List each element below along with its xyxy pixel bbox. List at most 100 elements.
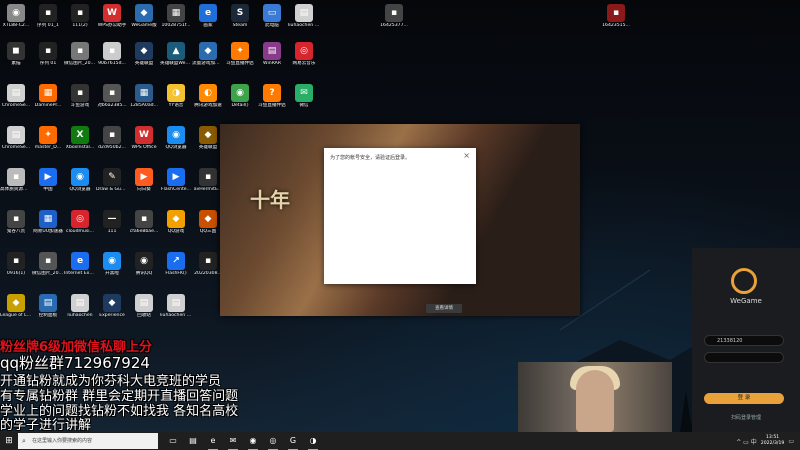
- desktop-icon-label: 斗鱼直播伴侣: [226, 61, 254, 66]
- desktop-icon[interactable]: ▲英雄联盟WeGame版: [160, 40, 192, 67]
- desktop-icon[interactable]: ▶ 向日葵: [128, 166, 160, 193]
- desktop-icon[interactable]: ▭ 此电脑: [256, 2, 288, 29]
- desktop-icon[interactable]: X XboxInstal...: [64, 124, 96, 151]
- desktop-icon[interactable]: ▤liuhaochen - 快捷方式: [160, 292, 192, 319]
- desktop-icon[interactable]: ✦ 斗鱼直播伴侣: [224, 40, 256, 67]
- tray-icons[interactable]: ^ ▭ 中: [736, 437, 757, 446]
- password-field[interactable]: [704, 352, 784, 363]
- desktop-icon[interactable]: ◆ 流量游戏加速器: [192, 40, 224, 67]
- desktop-icon[interactable]: ◉ QQ浏览器: [64, 166, 96, 193]
- desktop-icon[interactable]: ◑ YY语音: [160, 82, 192, 109]
- account-field[interactable]: 21338120: [704, 335, 784, 346]
- desktop-icon[interactable]: ▶ FlashCente...: [160, 166, 192, 193]
- desktop-icon[interactable]: ▤liuhaochen - 快捷方式 (2): [288, 2, 320, 29]
- desktop-icon[interactable]: ▪ 序列 01: [32, 40, 64, 67]
- desktop-icon[interactable]: ▤ ChromeSe...: [0, 124, 32, 151]
- search-input[interactable]: ⌕ 在这里输入你要搜索的内容: [18, 433, 158, 449]
- chrome-icon[interactable]: ◎: [266, 434, 280, 450]
- app-icon: ✎: [103, 168, 121, 186]
- desktop-icon-label: 111: [107, 229, 117, 234]
- desktop-icon[interactable]: —111: [96, 208, 128, 235]
- desktop-icon-label: League of Legends: [0, 313, 32, 318]
- app-icon: ▦: [39, 84, 57, 102]
- desktop-icon[interactable]: ◆ 英雄联盟: [128, 40, 160, 67]
- desktop-icon[interactable]: ◆ Experience: [96, 292, 128, 319]
- desktop-icon[interactable]: ◎ 网易云音乐: [288, 40, 320, 67]
- desktop-icon[interactable]: ◉ 开黑啦: [96, 250, 128, 277]
- desktop-icon[interactable]: W WPS办公助手: [96, 2, 128, 29]
- desktop-icon[interactable]: ▪ d2d950b2...: [96, 124, 128, 151]
- desktop-icon-label: QQ浏览器: [69, 187, 91, 192]
- desktop-icon[interactable]: ▤ 控制面板: [32, 292, 64, 319]
- desktop-icon[interactable]: ▦ DaminePr...: [32, 82, 64, 109]
- desktop-icon[interactable]: ▤ 回收站: [128, 292, 160, 319]
- desktop-icon-label: 中国: [43, 187, 53, 192]
- desktop-icon[interactable]: ▪ 序列 01_1: [32, 2, 64, 29]
- desktop-icon-label: 此电脑: [265, 23, 279, 28]
- desktop-icon[interactable]: ▪微信图片_2021102...: [64, 40, 96, 67]
- desktop-icon[interactable]: W WPS Office: [128, 124, 160, 151]
- desktop-icon[interactable]: ✦ master_D...: [32, 124, 64, 151]
- task-view-icon[interactable]: ▭: [166, 434, 180, 448]
- login-button[interactable]: 登 录: [704, 393, 784, 404]
- desktop-icon[interactable]: ◼ 素描: [0, 40, 32, 67]
- desktop-icon[interactable]: ▤ WinRAR: [256, 40, 288, 67]
- close-icon[interactable]: ×: [463, 151, 470, 160]
- desktop-icon[interactable]: ? 斗鱼直播伴侣: [256, 82, 288, 109]
- edge-icon[interactable]: e: [206, 434, 220, 450]
- view-details-button[interactable]: 查看详情: [426, 304, 462, 313]
- desktop-icon-label: 90b7615d...: [98, 61, 126, 66]
- desktop-icon[interactable]: ◆ QQ游戏: [160, 208, 192, 235]
- desktop-icon[interactable]: ▪ cfa6e8bae...: [128, 208, 160, 235]
- desktop-icon[interactable]: ▤ ChromeSe...: [0, 82, 32, 109]
- desktop-icon[interactable]: ▪ 对b6a2385...: [96, 82, 128, 109]
- desktop-icon[interactable]: ▦ 10028751f...: [160, 2, 192, 29]
- app-icon: ◉: [231, 84, 249, 102]
- wechat-icon[interactable]: ✉: [226, 434, 240, 450]
- desktop-icon[interactable]: ◐ 腾讯游戏加速: [192, 82, 224, 109]
- taskbar: ⊞ ⌕ 在这里输入你要搜索的内容 ▭ ▤ e ✉ ◉ ◎ G ◑ ^ ▭ 中 13:51 20…: [0, 432, 800, 450]
- desktop-icon[interactable]: ▤ liuhaochen: [64, 292, 96, 319]
- desktop-icon[interactable]: ▪微信图片_2021111...: [32, 250, 64, 277]
- scan-login-link[interactable]: 扫码登录管理: [692, 414, 800, 421]
- desktop-icon[interactable]: S Steam: [224, 2, 256, 29]
- desktop-icon[interactable]: ◉ QQ浏览器: [160, 124, 192, 151]
- wegame-icon[interactable]: G: [286, 434, 300, 450]
- desktop-icon[interactable]: ▪ 0916(1): [0, 250, 32, 277]
- desktop-icon[interactable]: ▪ 鬼谷八荒: [0, 208, 32, 235]
- desktop-icon[interactable]: ▪高体质资源在开房间...: [0, 166, 32, 193]
- desktop-icon[interactable]: ▦ 网易UU加速器: [32, 208, 64, 235]
- desktop-icon[interactable]: ◉ Detail(): [224, 82, 256, 109]
- desktop-icon[interactable]: ◎ cloudmusi...: [64, 208, 96, 235]
- desktop-icon[interactable]: ▪ 斗鱼游戏: [64, 82, 96, 109]
- yy-icon[interactable]: ◑: [306, 434, 320, 450]
- desktop-icon-label: 高体质资源在开房间...: [0, 187, 32, 192]
- app-icon: ◉: [7, 4, 25, 22]
- desktop-icon[interactable]: ◉ XTL88-C2...: [0, 2, 32, 29]
- notification-icon[interactable]: ▭: [788, 438, 794, 445]
- desktop-icon[interactable]: ◆ WeGame版: [128, 2, 160, 29]
- desktop-icon[interactable]: ▦ 1285A0ad...: [128, 82, 160, 109]
- desktop-icon[interactable]: e 画家: [192, 2, 224, 29]
- app-icon: ✉: [295, 84, 313, 102]
- desktop-icon-label: liuhaochen: [67, 313, 93, 318]
- windows-icon[interactable]: ⊞: [0, 432, 18, 450]
- explorer-icon[interactable]: ▤: [186, 434, 200, 448]
- desktop-icon[interactable]: ✎ Draw & Guess: [96, 166, 128, 193]
- desktop-icon[interactable]: ↗ FlashFK(): [160, 250, 192, 277]
- desktop-icon[interactable]: ▪ 16425377...: [378, 2, 410, 29]
- search-placeholder: 在这里输入你要搜索的内容: [32, 438, 93, 444]
- clock-date: 2022/3/19: [760, 441, 785, 446]
- app-icon: ◆: [199, 126, 217, 144]
- desktop-icon-label: 鬼谷八荒: [6, 229, 26, 234]
- desktop-icon[interactable]: ✉ 微信: [288, 82, 320, 109]
- desktop-icon[interactable]: ▪ 111(2): [64, 2, 96, 29]
- desktop-icon[interactable]: ▪ 16423515...: [600, 2, 632, 29]
- desktop-icon[interactable]: ▶ 中国: [32, 166, 64, 193]
- desktop-icon[interactable]: ◆League of Legends: [0, 292, 32, 319]
- desktop-icon[interactable]: ◉ 腾讯QQ: [128, 250, 160, 277]
- desktop-icon[interactable]: eInternet Explorer: [64, 250, 96, 277]
- obs-icon[interactable]: ◉: [246, 434, 260, 450]
- clock[interactable]: 13:51 2022/3/19: [761, 435, 785, 447]
- desktop-icon[interactable]: ▪ 90b7615d...: [96, 40, 128, 67]
